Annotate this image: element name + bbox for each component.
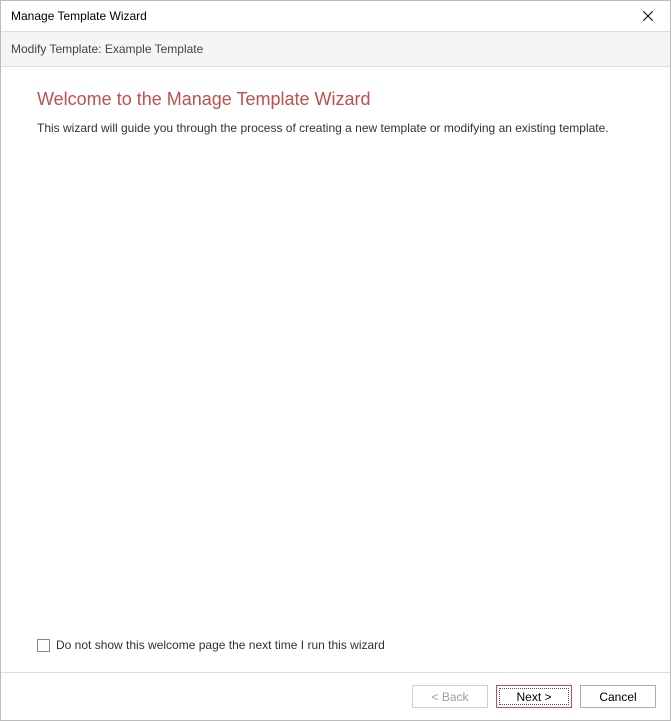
skip-welcome-checkbox-row[interactable]: Do not show this welcome page the next t…	[37, 638, 634, 652]
subheader: Modify Template: Example Template	[1, 31, 670, 67]
content-spacer	[37, 137, 634, 638]
footer: < Back Next > Cancel	[1, 672, 670, 720]
subheader-text: Modify Template: Example Template	[11, 42, 203, 56]
close-icon	[643, 11, 653, 21]
window-title: Manage Template Wizard	[11, 9, 147, 23]
page-heading: Welcome to the Manage Template Wizard	[37, 89, 634, 110]
content-area: Welcome to the Manage Template Wizard Th…	[1, 67, 670, 672]
next-button[interactable]: Next >	[496, 685, 572, 708]
page-description: This wizard will guide you through the p…	[37, 120, 634, 137]
close-button[interactable]	[626, 1, 670, 31]
back-button: < Back	[412, 685, 488, 708]
cancel-button[interactable]: Cancel	[580, 685, 656, 708]
skip-welcome-checkbox[interactable]	[37, 639, 50, 652]
titlebar: Manage Template Wizard	[1, 1, 670, 31]
skip-welcome-label: Do not show this welcome page the next t…	[56, 638, 385, 652]
